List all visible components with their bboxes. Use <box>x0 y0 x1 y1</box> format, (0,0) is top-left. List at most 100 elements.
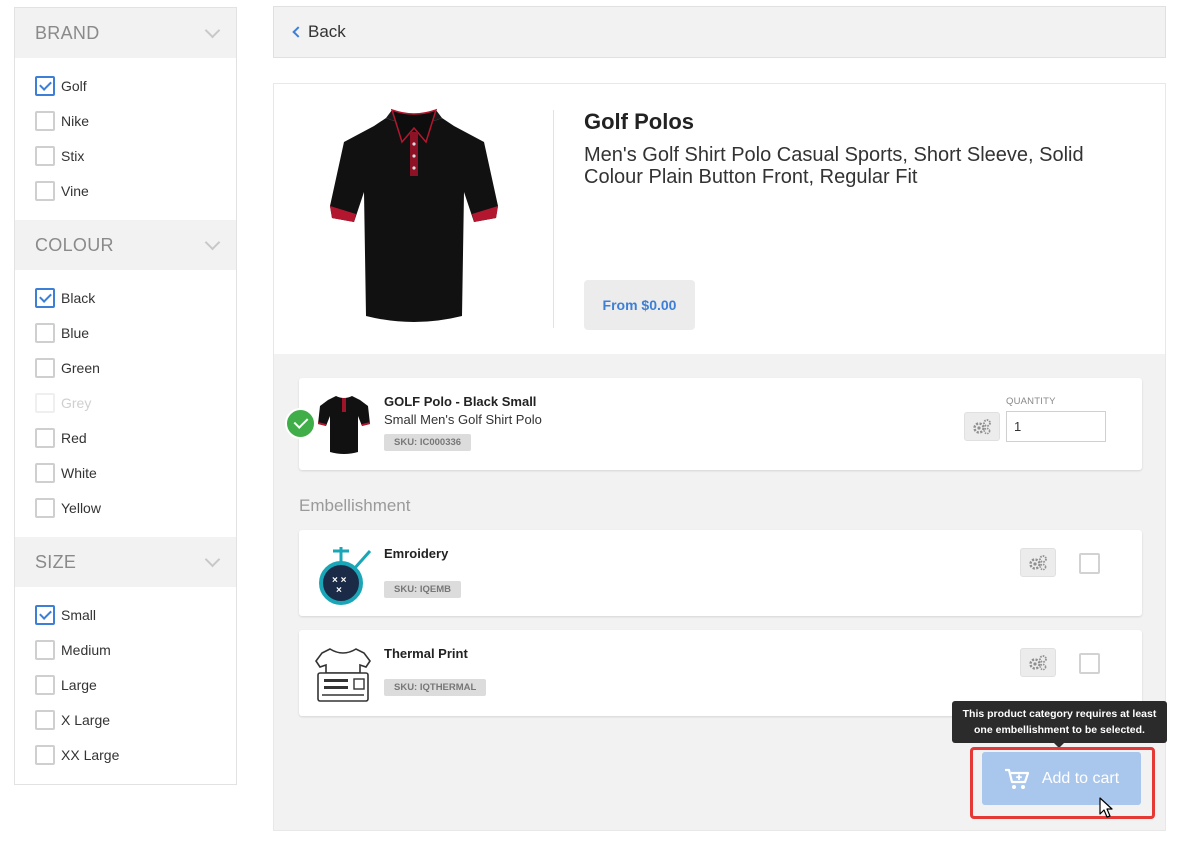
checkbox[interactable] <box>35 357 55 378</box>
brand-filter-list: Golf Nike Stix Vine <box>15 58 236 220</box>
filter-option-label: White <box>61 464 97 481</box>
back-bar: Back <box>273 6 1166 58</box>
checkbox[interactable] <box>35 427 55 448</box>
checkbox[interactable] <box>35 497 55 518</box>
colour-filter-header[interactable]: COLOUR <box>15 220 236 270</box>
settings-button[interactable] <box>1020 548 1056 577</box>
filter-option-nike[interactable]: Nike <box>35 103 236 138</box>
checkbox[interactable] <box>35 462 55 483</box>
checkbox <box>35 392 55 413</box>
filter-option-label: Blue <box>61 324 90 341</box>
filter-option-label: Golf <box>61 77 87 94</box>
checkbox[interactable] <box>35 287 55 308</box>
filter-option-large[interactable]: Large <box>35 667 236 702</box>
filter-option-red[interactable]: Red <box>35 420 236 455</box>
filter-option-label: Large <box>61 676 97 693</box>
checkbox[interactable] <box>35 322 55 343</box>
checkbox[interactable] <box>35 110 55 131</box>
filter-option-vine[interactable]: Vine <box>35 173 236 208</box>
filter-option-label: X Large <box>61 711 111 728</box>
price-badge[interactable]: From $0.00 <box>584 280 695 330</box>
back-label: Back <box>308 22 346 41</box>
mouse-cursor-icon <box>1099 797 1113 818</box>
checkbox[interactable] <box>35 674 55 695</box>
filter-option-blue[interactable]: Blue <box>35 315 236 350</box>
tooltip-line: one embellishment to be selected. <box>974 724 1145 736</box>
variant-thumbnail <box>318 396 370 454</box>
filter-sidebar: BRAND Golf Nike Stix Vine COLOUR Black B… <box>14 7 237 785</box>
product-hero: Golf Polos Men's Golf Shirt Polo Casual … <box>274 84 1165 354</box>
quantity-input[interactable] <box>1006 411 1106 442</box>
chevron-down-icon[interactable] <box>204 22 221 38</box>
cart-icon <box>1004 768 1029 789</box>
embellishment-title: Emroidery <box>384 546 449 561</box>
filter-option-stix[interactable]: Stix <box>35 138 236 173</box>
variant-subtitle: Small Men's Golf Shirt Polo <box>384 412 542 427</box>
filter-option-label: Yellow <box>61 499 101 516</box>
filter-option-xx-large[interactable]: XX Large <box>35 737 236 772</box>
product-description: Men's Golf Shirt Polo Casual Sports, Sho… <box>584 144 1084 188</box>
tooltip-line: This product category requires at least <box>962 708 1157 720</box>
filter-option-label: XX Large <box>61 746 120 763</box>
filter-option-small[interactable]: Small <box>35 597 236 632</box>
back-link[interactable]: Back <box>292 22 346 42</box>
checkbox[interactable] <box>35 744 55 765</box>
size-filter-header[interactable]: SIZE <box>15 537 236 587</box>
gears-icon <box>1029 554 1047 570</box>
settings-button[interactable] <box>1020 648 1056 677</box>
hero-divider <box>553 110 554 328</box>
embellishment-card-embroidery[interactable]: × × × Emroidery SKU: IQEMB <box>299 530 1142 616</box>
filter-option-golf[interactable]: Golf <box>35 68 236 103</box>
size-filter-list: Small Medium Large X Large XX Large <box>15 587 236 784</box>
embellishment-heading: Embellishment <box>299 496 411 515</box>
sku-badge: SKU: IQTHERMAL <box>384 679 487 696</box>
filter-option-yellow[interactable]: Yellow <box>35 490 236 525</box>
filter-option-white[interactable]: White <box>35 455 236 490</box>
validation-tooltip: This product category requires at least … <box>952 701 1167 748</box>
checkbox[interactable] <box>35 145 55 166</box>
chevron-down-icon[interactable] <box>204 551 221 567</box>
brand-filter-title: BRAND <box>35 22 100 43</box>
filter-option-label: Medium <box>61 641 111 658</box>
gears-icon <box>973 418 991 434</box>
product-title: Golf Polos <box>584 109 694 134</box>
colour-filter-title: COLOUR <box>35 234 114 255</box>
thermal-printer-icon <box>315 648 371 702</box>
polo-shirt-image <box>330 108 498 322</box>
filter-option-label: Stix <box>61 147 85 164</box>
filter-option-label: Black <box>61 289 96 306</box>
checkbox[interactable] <box>35 709 55 730</box>
chevron-left-icon <box>292 26 304 38</box>
quantity-label: QUANTITY <box>1006 396 1056 407</box>
size-filter-title: SIZE <box>35 551 77 572</box>
add-to-cart-label: Add to cart <box>1041 769 1120 787</box>
checkbox[interactable] <box>35 180 55 201</box>
add-to-cart-button[interactable]: Add to cart <box>982 752 1141 805</box>
checkbox[interactable] <box>35 639 55 660</box>
chevron-down-icon[interactable] <box>204 234 221 250</box>
sku-badge: SKU: IC000336 <box>384 434 472 451</box>
filter-option-black[interactable]: Black <box>35 280 236 315</box>
embellishment-title: Thermal Print <box>384 646 468 661</box>
variant-card[interactable]: GOLF Polo - Black Small Small Men's Golf… <box>285 378 1142 470</box>
filter-option-label: Grey <box>61 394 92 411</box>
colour-filter-list: Black Blue Green Grey Red White Yellow <box>15 270 236 537</box>
embroidery-icon: × × × <box>319 547 372 605</box>
filter-option-medium[interactable]: Medium <box>35 632 236 667</box>
filter-option-grey: Grey <box>35 385 236 420</box>
svg-text:×: × <box>336 585 342 596</box>
check-circle-icon <box>285 408 316 439</box>
variant-title: GOLF Polo - Black Small <box>384 394 537 409</box>
filter-option-label: Small <box>61 606 97 623</box>
filter-option-green[interactable]: Green <box>35 350 236 385</box>
filter-option-label: Green <box>61 359 100 376</box>
checkbox[interactable] <box>35 604 55 625</box>
sku-badge: SKU: IQEMB <box>384 581 461 598</box>
embellishment-checkbox[interactable] <box>1079 553 1100 574</box>
filter-option-x-large[interactable]: X Large <box>35 702 236 737</box>
brand-filter-header[interactable]: BRAND <box>15 8 236 58</box>
embellishment-checkbox[interactable] <box>1079 653 1100 674</box>
checkbox[interactable] <box>35 75 55 96</box>
settings-button[interactable] <box>964 412 1000 441</box>
filter-option-label: Vine <box>61 182 89 199</box>
